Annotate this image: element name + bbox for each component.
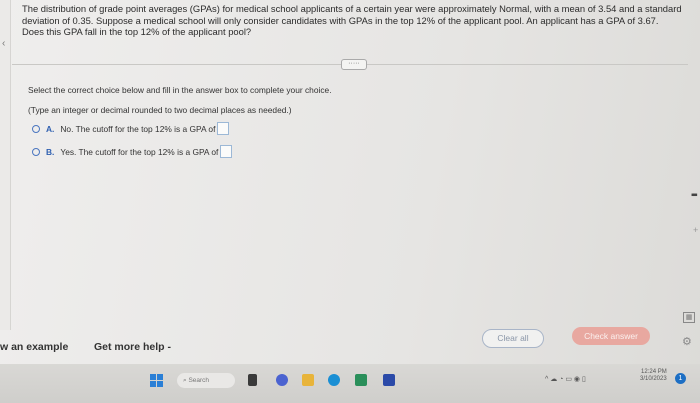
format-note: (Type an integer or decimal rounded to t… xyxy=(28,105,292,115)
search-placeholder: Search xyxy=(188,377,210,384)
question-text: The distribution of grade point averages… xyxy=(22,3,682,37)
file-explorer-icon[interactable] xyxy=(302,374,314,386)
clock-time: 12:24 PM xyxy=(641,369,667,375)
system-tray-icons[interactable]: ^ ☁ ◔ ▭ ◉ ▯ xyxy=(545,375,586,383)
left-sidebar: ‹ xyxy=(0,0,11,330)
task-view-icon[interactable] xyxy=(248,374,257,386)
choice-b-text: Yes. The cutoff for the top 12% is a GPA… xyxy=(60,146,219,157)
gear-icon[interactable]: ⚙ xyxy=(682,335,692,348)
taskbar-search-input[interactable]: ⌕ Search xyxy=(177,373,235,388)
clock-date: 3/10/2023 xyxy=(640,376,667,382)
clear-all-button[interactable]: Clear all xyxy=(482,329,544,348)
chevron-left-icon[interactable]: ‹ xyxy=(2,38,5,49)
clock[interactable]: 12:24 PM 3/10/2023 xyxy=(640,369,667,383)
notification-icon[interactable]: 1 xyxy=(675,373,686,384)
taskbar xyxy=(0,364,700,403)
app-icon[interactable] xyxy=(383,374,395,386)
view-example-link[interactable]: w an example xyxy=(0,341,68,353)
store-icon[interactable] xyxy=(355,374,367,386)
check-answer-button[interactable]: Check answer xyxy=(572,327,650,345)
choice-a-text: No. The cutoff for the top 12% is a GPA … xyxy=(60,123,216,134)
choice-a-letter: A. xyxy=(46,123,55,134)
calculator-icon[interactable]: ▦ xyxy=(683,312,695,323)
get-more-help-link[interactable]: Get more help - xyxy=(94,341,171,353)
plus-icon[interactable]: + xyxy=(693,225,698,235)
instruction-text: Select the correct choice below and fill… xyxy=(28,85,332,95)
radio-a[interactable] xyxy=(32,124,40,133)
more-options-button[interactable]: ····· xyxy=(341,59,367,70)
windows-start-icon[interactable] xyxy=(150,374,163,387)
answer-box-b[interactable] xyxy=(220,145,233,158)
choice-b-letter: B. xyxy=(46,146,55,157)
choice-b[interactable]: B. Yes. The cutoff for the top 12% is a … xyxy=(32,145,233,158)
answer-box-a[interactable] xyxy=(217,122,230,135)
chat-icon[interactable] xyxy=(276,374,288,386)
edge-icon[interactable] xyxy=(328,374,340,386)
choice-a[interactable]: A. No. The cutoff for the top 12% is a G… xyxy=(32,122,230,135)
drag-handle-icon[interactable]: ▪▪▪ xyxy=(691,190,697,201)
radio-b[interactable] xyxy=(32,147,40,156)
